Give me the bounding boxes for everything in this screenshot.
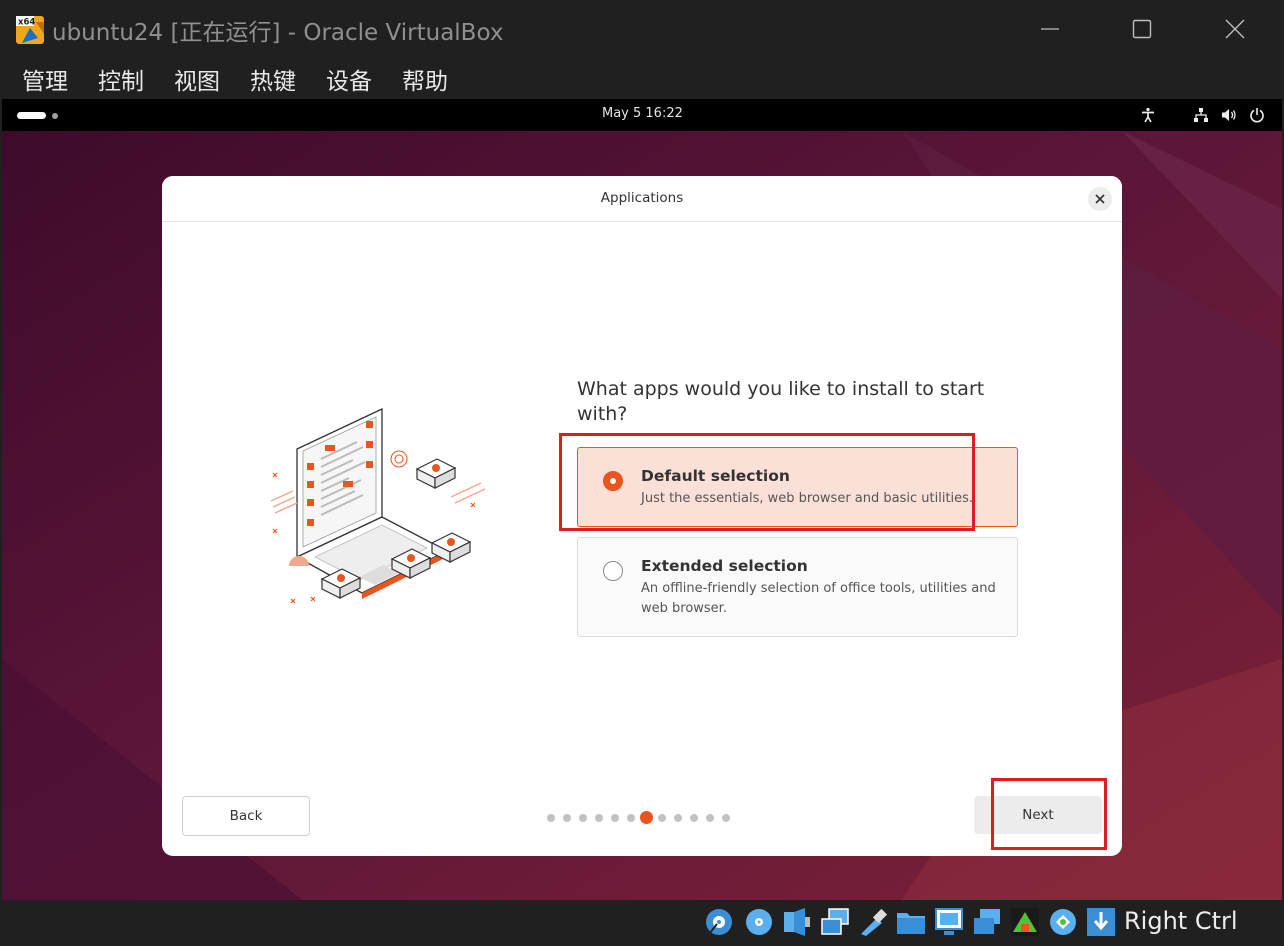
applications-illustration [270, 407, 486, 604]
workspace-dot [52, 113, 58, 119]
menu-help[interactable]: 帮助 [402, 62, 448, 96]
host-key-label: Right Ctrl [1124, 907, 1238, 935]
network-icon[interactable] [1193, 107, 1209, 123]
gnome-topbar: May 5 16:22 [2, 99, 1282, 131]
power-icon[interactable] [1249, 107, 1265, 123]
close-icon [1095, 194, 1105, 204]
guest-screen[interactable]: May 5 16:22 Applications What apps would… [2, 99, 1282, 900]
option-default-description: Just the essentials, web browser and bas… [641, 491, 974, 506]
close-icon [1225, 19, 1245, 39]
keyboard-capture-icon[interactable] [1085, 906, 1117, 938]
minimize-button[interactable] [1004, 0, 1096, 58]
step-dot-current [640, 811, 653, 824]
maximize-button[interactable] [1096, 0, 1188, 58]
next-button[interactable]: Next [974, 796, 1102, 834]
menubar: 管理 控制 视图 热键 设备 帮助 [0, 58, 1284, 99]
clock[interactable]: May 5 16:22 [602, 106, 683, 121]
close-window-button[interactable] [1189, 0, 1281, 58]
dialog-close-button[interactable] [1088, 187, 1112, 211]
step-dot [579, 814, 587, 822]
guest-additions-icon[interactable] [1009, 906, 1041, 938]
option-extended-description: An offline-friendly selection of office … [641, 581, 996, 616]
installer-dialog: Applications What apps would you like to… [162, 176, 1122, 856]
network-adapter-icon[interactable] [819, 906, 851, 938]
step-dot [690, 814, 698, 822]
step-indicator [547, 811, 747, 825]
option-default-title: Default selection [641, 467, 790, 485]
svg-text:x64: x64 [18, 18, 35, 28]
menu-devices[interactable]: 设备 [326, 62, 372, 96]
step-dot [611, 814, 619, 822]
step-dot [563, 814, 571, 822]
option-default-selection[interactable]: Default selection Just the essentials, w… [577, 447, 1018, 527]
optical-disk-icon[interactable] [743, 906, 775, 938]
activities-indicator[interactable] [17, 112, 46, 119]
option-extended-selection[interactable]: Extended selection An offline-friendly s… [577, 537, 1018, 637]
step-dot [706, 814, 714, 822]
minimize-icon [1041, 28, 1059, 30]
question-text: What apps would you like to install to s… [577, 378, 985, 425]
step-dot [547, 814, 555, 822]
drag-drop-icon[interactable] [1047, 906, 1079, 938]
step-dot [595, 814, 603, 822]
display-icon[interactable] [933, 906, 965, 938]
video-capture-icon[interactable] [971, 906, 1003, 938]
dialog-header: Applications [162, 176, 1122, 222]
menu-manage[interactable]: 管理 [22, 62, 68, 96]
back-button[interactable]: Back [182, 796, 310, 836]
window-title: ubuntu24 [正在运行] - Oracle VirtualBox [52, 20, 504, 46]
step-dot [658, 814, 666, 822]
window-titlebar[interactable]: x64 ubuntu24 [正在运行] - Oracle VirtualBox [0, 0, 1284, 58]
hard-disk-icon[interactable] [703, 906, 735, 938]
menu-hotkeys[interactable]: 热键 [250, 62, 296, 96]
usb-icon[interactable] [857, 906, 889, 938]
step-dot [627, 814, 635, 822]
audio-icon[interactable] [781, 906, 813, 938]
volume-icon[interactable] [1221, 107, 1237, 123]
vm-statusbar: Right Ctrl [0, 900, 1284, 946]
radio-extended-unselected[interactable] [603, 561, 623, 581]
shared-folder-icon[interactable] [895, 906, 927, 938]
step-dot [674, 814, 682, 822]
step-dot [722, 814, 730, 822]
dialog-title: Applications [600, 190, 684, 206]
maximize-icon [1132, 19, 1152, 39]
accessibility-icon[interactable] [1140, 107, 1156, 123]
menu-control[interactable]: 控制 [98, 62, 144, 96]
menu-view[interactable]: 视图 [174, 62, 220, 96]
virtualbox-x64-icon: x64 [16, 16, 44, 44]
radio-default-selected[interactable] [603, 471, 623, 491]
option-extended-title: Extended selection [641, 557, 808, 575]
